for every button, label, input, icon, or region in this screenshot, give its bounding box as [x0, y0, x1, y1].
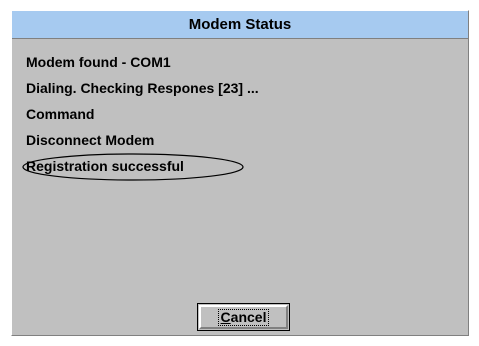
- status-line-disconnect: Disconnect Modem: [26, 132, 155, 148]
- status-line-command: Command: [26, 106, 95, 122]
- cancel-label-rest: ancel: [230, 308, 267, 325]
- status-line-dialing: Dialing. Checking Respones [23] ...: [26, 80, 259, 96]
- cancel-button-label: Cancel: [217, 308, 270, 326]
- modem-status-dialog: Modem Status Modem found - COM1 Dialing.…: [11, 10, 469, 336]
- cancel-mnemonic: C: [220, 308, 231, 325]
- dialog-title: Modem Status: [12, 11, 468, 39]
- status-line-modem-found: Modem found - COM1: [26, 54, 171, 70]
- cancel-button[interactable]: Cancel: [197, 303, 290, 331]
- status-line-registration: Registration successful: [26, 158, 184, 174]
